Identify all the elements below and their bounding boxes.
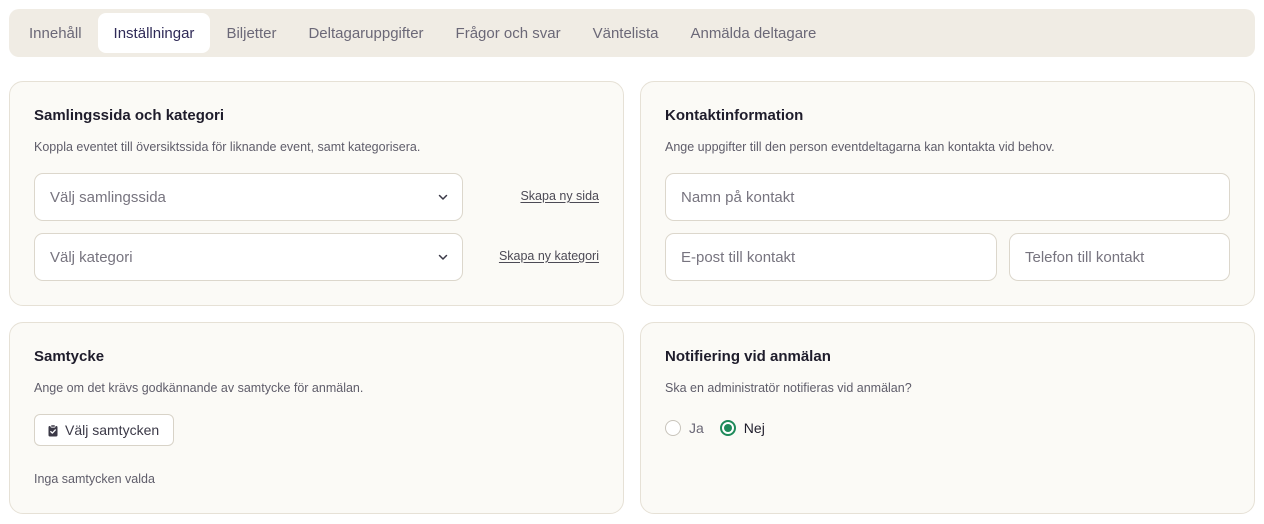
contact-title: Kontaktinformation bbox=[665, 107, 804, 124]
notification-description: Ska en administratör notifieras vid anmä… bbox=[665, 381, 912, 395]
chevron-down-icon bbox=[438, 194, 448, 200]
no-consents-text: Inga samtycken valda bbox=[34, 472, 155, 486]
tab-bar: Innehåll Inställningar Biljetter Deltaga… bbox=[9, 9, 1255, 57]
radio-ja-label: Ja bbox=[689, 420, 704, 436]
select-consents-label: Välj samtycken bbox=[65, 422, 160, 438]
consent-title: Samtycke bbox=[34, 348, 105, 365]
tab-deltagaruppgifter[interactable]: Deltagaruppgifter bbox=[292, 13, 439, 53]
contact-phone-input[interactable]: Telefon till kontakt bbox=[1009, 233, 1230, 281]
category-select[interactable]: Välj kategori bbox=[34, 233, 463, 281]
chevron-down-icon bbox=[438, 254, 448, 260]
notification-radio-group: Ja Nej bbox=[665, 420, 781, 436]
contact-name-placeholder: Namn på kontakt bbox=[681, 188, 795, 206]
collection-title: Samlingssida och kategori bbox=[34, 107, 225, 124]
tab-vantelista[interactable]: Väntelista bbox=[577, 13, 675, 53]
create-category-link[interactable]: Skapa ny kategori bbox=[499, 249, 599, 263]
tab-biljetter[interactable]: Biljetter bbox=[210, 13, 292, 53]
consent-description: Ange om det krävs godkännande av samtyck… bbox=[34, 381, 364, 395]
contact-name-input[interactable]: Namn på kontakt bbox=[665, 173, 1230, 221]
tab-fragor-och-svar[interactable]: Frågor och svar bbox=[440, 13, 577, 53]
collection-page-select[interactable]: Välj samlingssida bbox=[34, 173, 463, 221]
select-consents-button[interactable]: Välj samtycken bbox=[34, 414, 175, 446]
contact-card: Kontaktinformation Ange uppgifter till d… bbox=[640, 81, 1255, 306]
radio-checked-icon bbox=[719, 420, 736, 436]
radio-nej-label: Nej bbox=[743, 420, 765, 436]
contact-description: Ange uppgifter till den person eventdelt… bbox=[665, 140, 1055, 154]
notification-card: Notifiering vid anmälan Ska en administr… bbox=[640, 322, 1255, 514]
contact-email-input[interactable]: E-post till kontakt bbox=[665, 233, 997, 281]
tab-innehall[interactable]: Innehåll bbox=[13, 13, 98, 53]
radio-nej[interactable]: Nej bbox=[719, 420, 765, 436]
create-page-link[interactable]: Skapa ny sida bbox=[520, 189, 599, 203]
contact-phone-placeholder: Telefon till kontakt bbox=[1025, 248, 1145, 266]
tab-installningar[interactable]: Inställningar bbox=[97, 13, 211, 53]
contact-email-placeholder: E-post till kontakt bbox=[681, 248, 796, 266]
tab-anmalda-deltagare[interactable]: Anmälda deltagare bbox=[674, 13, 832, 53]
clipboard-check-icon bbox=[48, 423, 58, 436]
radio-ja[interactable]: Ja bbox=[665, 420, 704, 436]
collection-page-select-value: Välj samlingssida bbox=[50, 188, 166, 206]
consent-card: Samtycke Ange om det krävs godkännande a… bbox=[9, 322, 624, 514]
collection-card: Samlingssida och kategori Koppla eventet… bbox=[9, 81, 624, 306]
category-select-value: Välj kategori bbox=[50, 248, 133, 266]
radio-unchecked-icon bbox=[665, 420, 681, 436]
notification-title: Notifiering vid anmälan bbox=[665, 348, 831, 365]
collection-description: Koppla eventet till översiktssida för li… bbox=[34, 140, 421, 154]
